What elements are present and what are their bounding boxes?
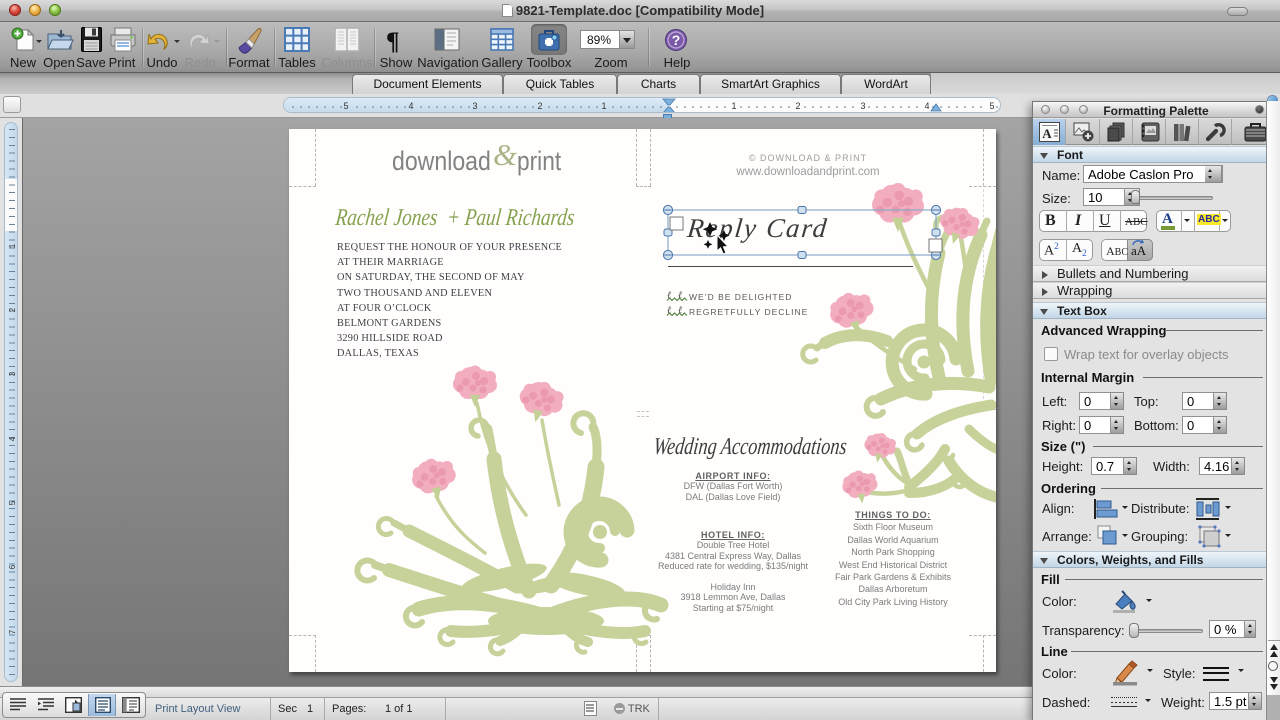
svg-text:1: 1 [731, 101, 736, 111]
svg-text:3: 3 [860, 101, 865, 111]
svg-text:2: 2 [8, 307, 17, 312]
svg-text:3: 3 [8, 371, 17, 376]
svg-text:1: 1 [601, 101, 606, 111]
svg-text:3: 3 [472, 101, 477, 111]
svg-text:5: 5 [989, 101, 994, 111]
svg-text:5: 5 [8, 500, 17, 505]
svg-text:7: 7 [8, 629, 17, 634]
svg-text:5: 5 [343, 101, 348, 111]
svg-text:?: ? [672, 32, 681, 48]
svg-text:2: 2 [795, 101, 800, 111]
svg-text:6: 6 [8, 564, 17, 569]
svg-text:A: A [1042, 126, 1052, 141]
svg-text:1: 1 [8, 243, 17, 248]
svg-text:4: 4 [924, 101, 929, 111]
svg-text:2: 2 [537, 101, 542, 111]
svg-text:4: 4 [408, 101, 413, 111]
svg-text:4: 4 [8, 436, 17, 441]
